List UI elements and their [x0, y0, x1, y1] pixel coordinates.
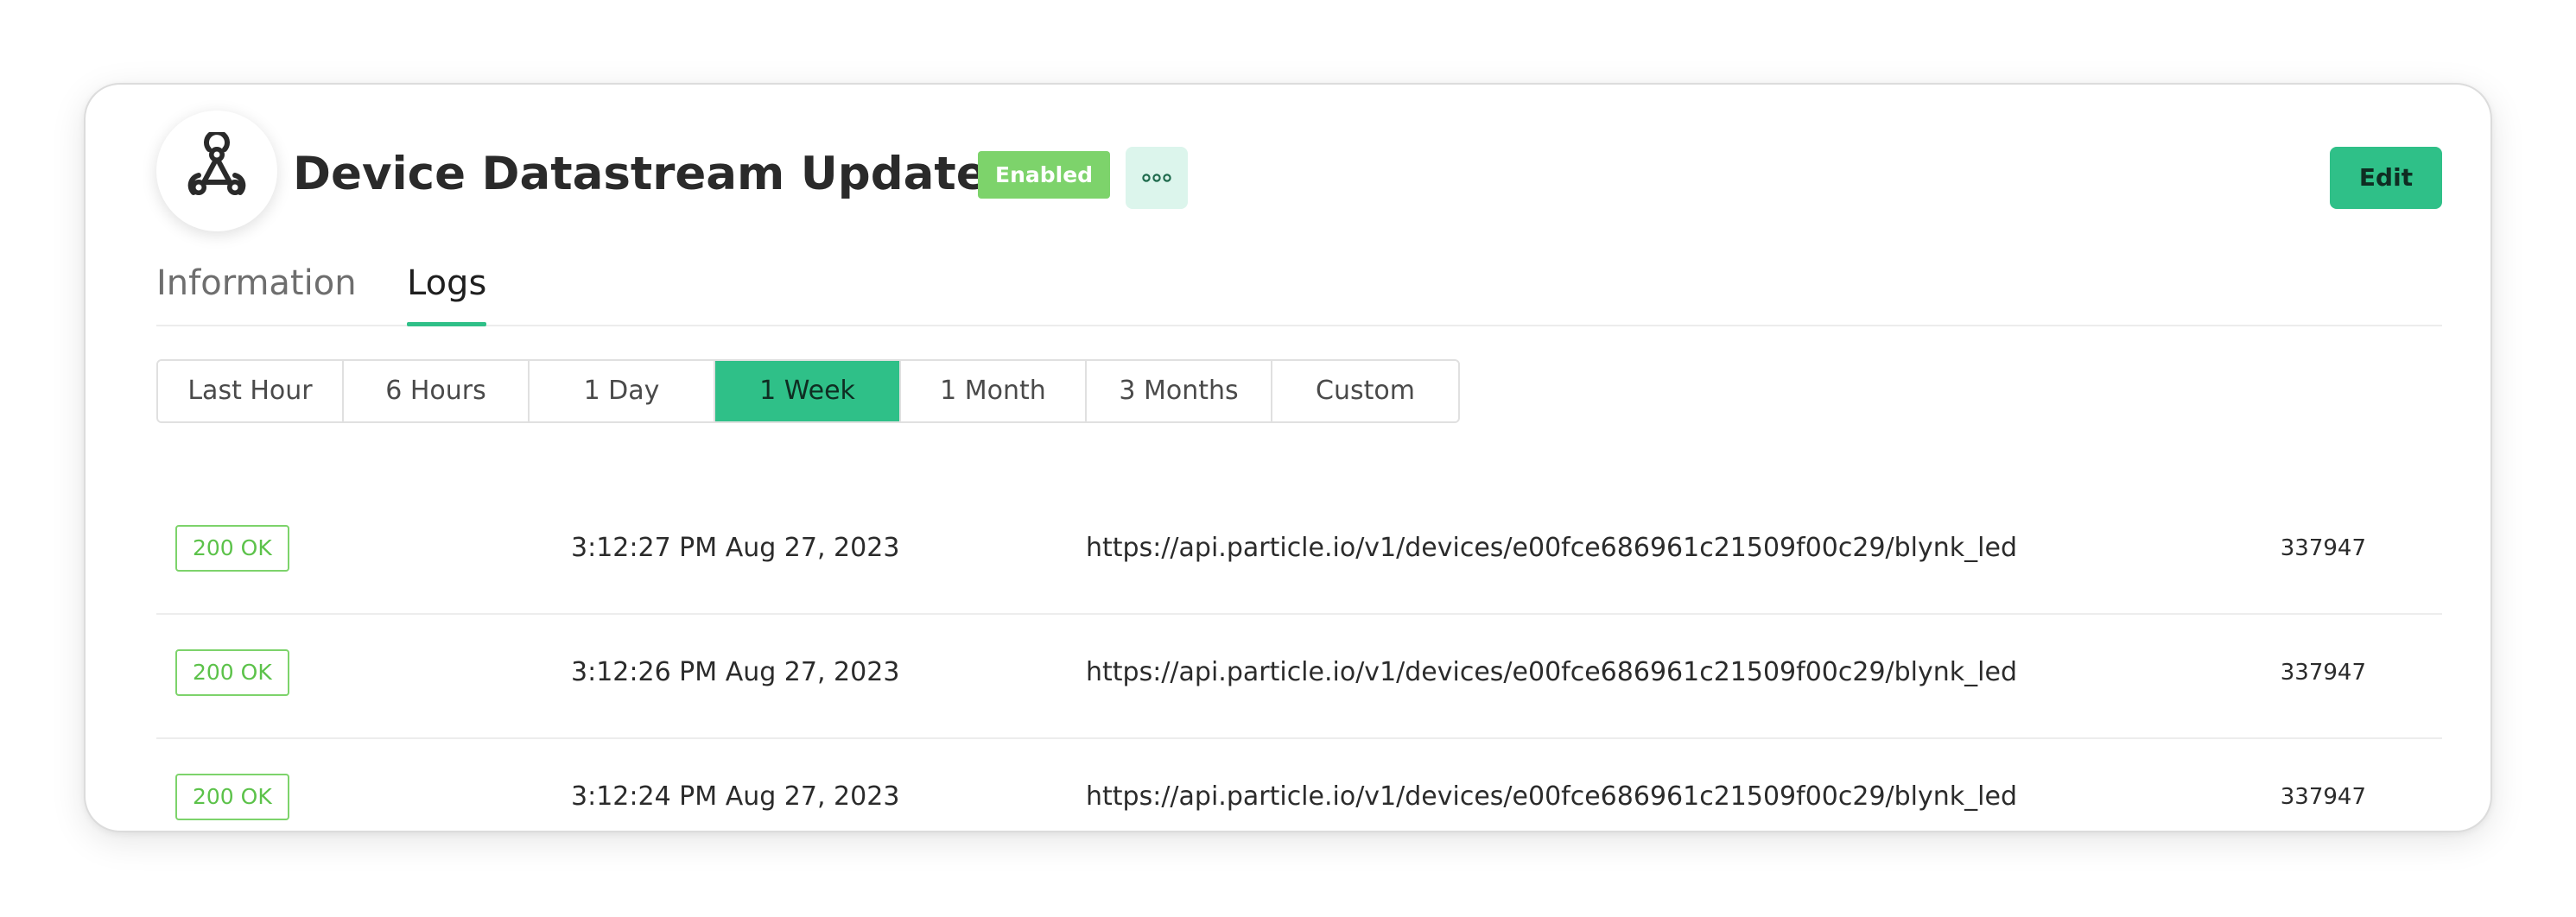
range-1-week[interactable]: 1 Week	[715, 361, 901, 421]
log-id: 337947	[2280, 660, 2366, 686]
tab-bar: Information Logs	[156, 257, 2442, 326]
status-badge: Enabled	[978, 151, 1111, 199]
webhook-icon	[187, 132, 246, 195]
edit-button[interactable]: Edit	[2330, 147, 2442, 209]
log-timestamp: 3:12:24 PM Aug 27, 2023	[571, 781, 900, 812]
status-code-badge: 200 OK	[175, 649, 289, 696]
status-code-badge: 200 OK	[175, 774, 289, 820]
log-timestamp: 3:12:26 PM Aug 27, 2023	[571, 657, 900, 687]
range-last-hour[interactable]: Last Hour	[158, 361, 344, 421]
log-url: https://api.particle.io/v1/devices/e00fc…	[1086, 657, 2017, 687]
range-custom[interactable]: Custom	[1272, 361, 1458, 421]
log-id: 337947	[2280, 535, 2366, 561]
log-id: 337947	[2280, 784, 2366, 810]
log-row[interactable]: 200 OK 3:12:27 PM Aug 27, 2023 https://a…	[156, 490, 2442, 615]
log-row[interactable]: 200 OK 3:12:26 PM Aug 27, 2023 https://a…	[156, 615, 2442, 739]
log-url: https://api.particle.io/v1/devices/e00fc…	[1086, 781, 2017, 812]
log-row[interactable]: 200 OK 3:12:24 PM Aug 27, 2023 https://a…	[156, 739, 2442, 863]
log-url: https://api.particle.io/v1/devices/e00fc…	[1086, 533, 2017, 563]
card-header: Device Datastream Update Enabled Edit	[156, 111, 2442, 237]
range-1-month[interactable]: 1 Month	[901, 361, 1087, 421]
more-button[interactable]	[1126, 147, 1188, 209]
tab-information[interactable]: Information	[156, 257, 357, 326]
page-title: Device Datastream Update	[293, 148, 987, 200]
range-3-months[interactable]: 3 Months	[1087, 361, 1272, 421]
range-1-day[interactable]: 1 Day	[530, 361, 715, 421]
status-code-badge: 200 OK	[175, 525, 289, 572]
log-timestamp: 3:12:27 PM Aug 27, 2023	[571, 533, 900, 563]
webhook-logo	[156, 111, 277, 231]
range-6-hours[interactable]: 6 Hours	[344, 361, 530, 421]
log-list: 200 OK 3:12:27 PM Aug 27, 2023 https://a…	[156, 490, 2442, 863]
time-range-selector: Last Hour 6 Hours 1 Day 1 Week 1 Month 3…	[156, 359, 1460, 423]
tab-logs[interactable]: Logs	[407, 257, 487, 326]
webhook-card: Device Datastream Update Enabled Edit In…	[84, 83, 2492, 832]
more-dots-icon	[1142, 174, 1171, 182]
